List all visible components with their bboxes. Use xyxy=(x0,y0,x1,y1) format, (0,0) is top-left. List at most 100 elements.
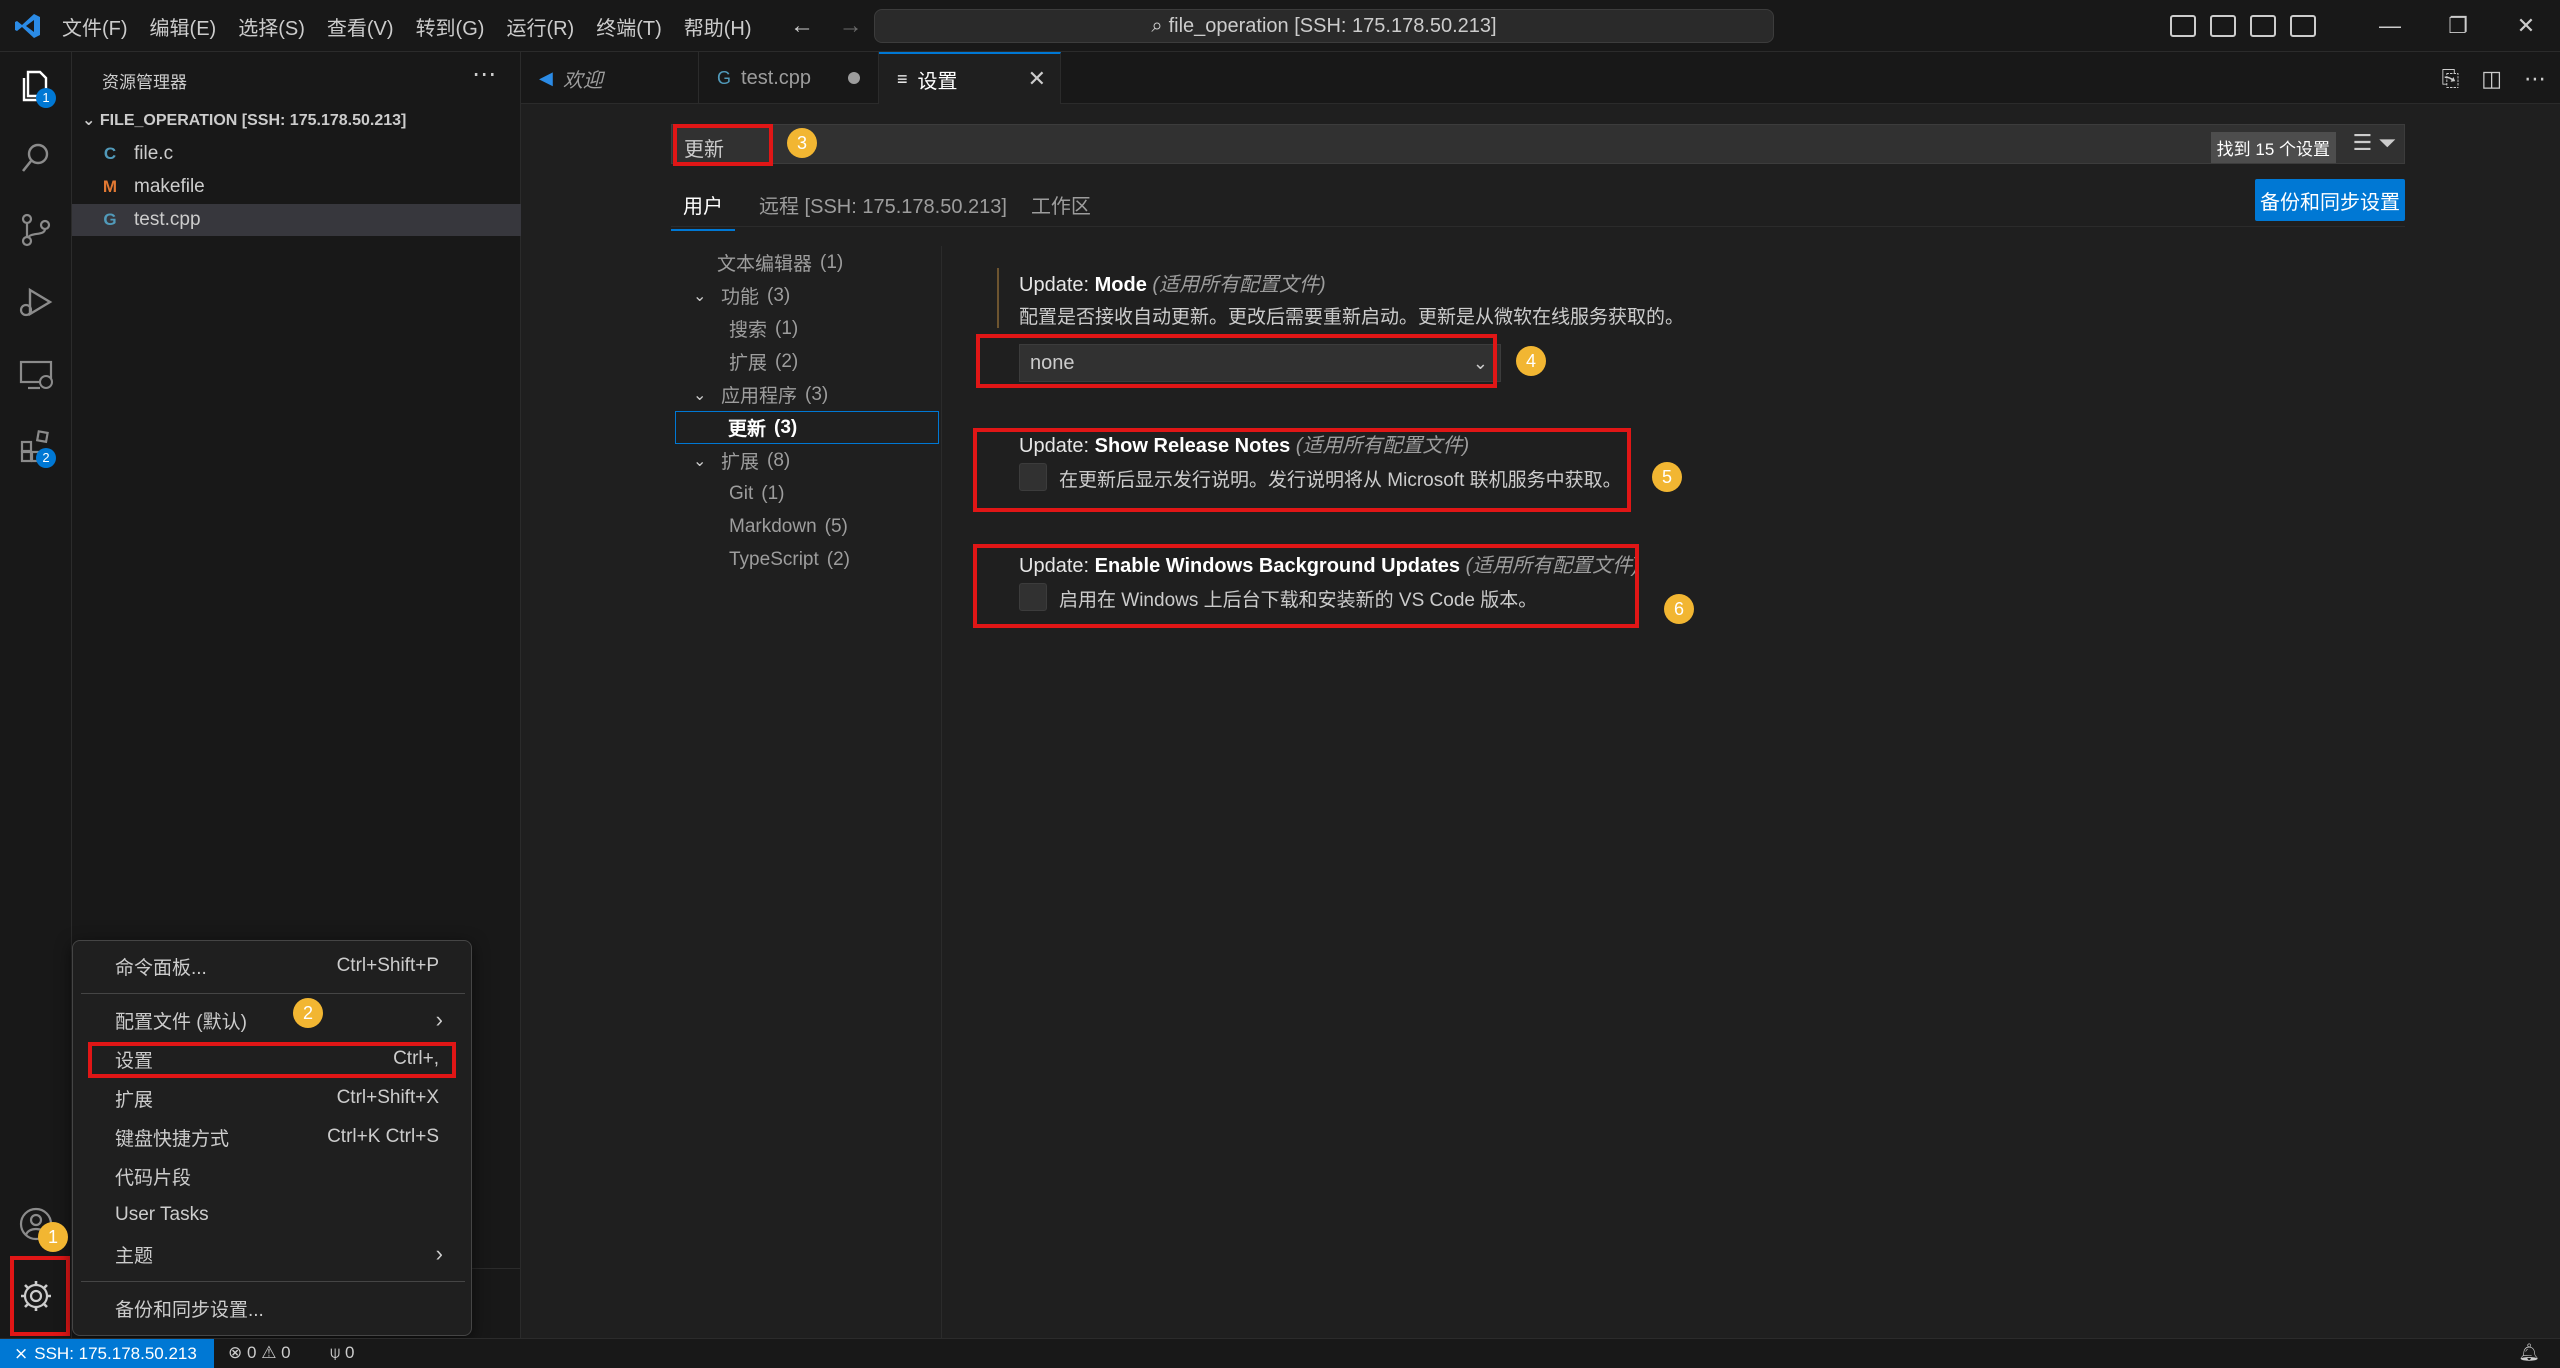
customize-layout-icon[interactable] xyxy=(2290,15,2316,37)
toggle-sidebar-icon[interactable] xyxy=(2170,15,2196,37)
chevron-down-icon: ⌄ xyxy=(693,287,707,305)
menu-bar: 文件(F) 编辑(E) 选择(S) 查看(V) 转到(G) 运行(R) 终端(T… xyxy=(62,0,774,52)
settings-search-input[interactable]: 更新 找到 15 个设置 ☰ ⏷ xyxy=(671,124,2405,164)
modified-indicator xyxy=(997,268,999,328)
toc-count: (5) xyxy=(824,515,848,537)
menu-label: 备份和同步设置... xyxy=(115,1299,264,1321)
menu-item-keyboard-shortcuts[interactable]: 键盘快捷方式 Ctrl+K Ctrl+S xyxy=(77,1118,467,1156)
filter-icon[interactable]: ⏷ xyxy=(2378,130,2396,155)
toc-label: 功能 xyxy=(721,287,760,308)
menu-help[interactable]: 帮助(H) xyxy=(684,12,752,41)
toc-item-search[interactable]: 搜索 (1) xyxy=(677,312,941,345)
notifications-bell-icon[interactable]: 🔔︎ xyxy=(2518,1343,2540,1363)
menu-item-backup-sync[interactable]: 备份和同步设置... xyxy=(77,1289,467,1327)
file-item-file-c[interactable]: C file.c xyxy=(72,138,521,170)
chevron-down-icon: ⌄ xyxy=(693,452,707,470)
open-settings-json-icon[interactable]: ⎘ xyxy=(2442,66,2460,92)
close-window-icon[interactable]: ✕ xyxy=(2492,13,2560,39)
more-actions-icon[interactable]: ⋯ xyxy=(472,60,496,89)
file-item-test-cpp[interactable]: G test.cpp xyxy=(72,204,521,236)
activity-bar: 1 2 xyxy=(0,52,72,1338)
tab-settings[interactable]: ≡ 设置 ✕ xyxy=(879,52,1061,104)
warning-count: 0 xyxy=(281,1343,291,1362)
search-icon: ⌕ xyxy=(1151,14,1163,37)
menu-view[interactable]: 查看(V) xyxy=(327,12,394,41)
error-count: 0 xyxy=(246,1343,257,1362)
toc-item-extensions[interactable]: 扩展 (2) xyxy=(677,345,941,378)
toggle-secondary-sidebar-icon[interactable] xyxy=(2250,15,2276,37)
makefile-icon: M xyxy=(102,177,118,196)
close-icon[interactable]: ✕ xyxy=(1028,66,1046,92)
toc-item-extensions-group[interactable]: ⌄ 扩展 (8) xyxy=(677,444,941,477)
toc-item-git[interactable]: Git (1) xyxy=(677,477,941,510)
toc-item-typescript[interactable]: TypeScript (2) xyxy=(677,543,941,576)
toc-item-update[interactable]: 更新 (3) xyxy=(675,411,939,444)
toc-item-application[interactable]: ⌄ 应用程序 (3) xyxy=(677,378,941,411)
backup-sync-button[interactable]: 备份和同步设置 xyxy=(2255,179,2405,221)
tab-welcome[interactable]: ◀ 欢迎 xyxy=(521,52,699,104)
toc-count: (1) xyxy=(820,251,844,273)
cpp-file-icon: G xyxy=(717,67,732,88)
marker-3: 3 xyxy=(787,128,817,158)
remote-indicator[interactable]: ⨯ SSH: 175.178.50.213 xyxy=(0,1339,214,1368)
toc-item-text-editor[interactable]: 文本编辑器 (1) xyxy=(677,246,941,279)
toc-label: Markdown xyxy=(729,515,817,537)
menu-selection[interactable]: 选择(S) xyxy=(238,12,305,41)
annotation-box-mode xyxy=(976,334,1497,388)
menu-item-profiles[interactable]: 配置文件 (默认) › xyxy=(77,1001,467,1039)
menu-run[interactable]: 运行(R) xyxy=(506,12,574,41)
folder-header[interactable]: ⌄ FILE_OPERATION [SSH: 175.178.50.213] xyxy=(82,110,406,130)
tab-test-cpp[interactable]: G test.cpp xyxy=(699,52,879,104)
menu-shortcut: Ctrl+Shift+P xyxy=(336,955,439,976)
command-center[interactable]: ⌕ file_operation [SSH: 175.178.50.213] xyxy=(874,9,1774,43)
toc-count: (1) xyxy=(761,482,785,504)
toc-count: (3) xyxy=(805,383,829,405)
annotation-box-background-updates xyxy=(973,544,1639,628)
menu-terminal[interactable]: 终端(T) xyxy=(596,12,662,41)
divider xyxy=(671,226,2405,227)
source-control-icon[interactable] xyxy=(18,212,54,248)
menu-item-extensions[interactable]: 扩展 Ctrl+Shift+X xyxy=(77,1079,467,1117)
menu-item-snippets[interactable]: 代码片段 xyxy=(77,1157,467,1195)
extensions-icon[interactable]: 2 xyxy=(18,428,56,468)
menu-label: 命令面板... xyxy=(115,957,207,979)
toc-item-markdown[interactable]: Markdown (5) xyxy=(677,510,941,543)
menu-separator xyxy=(81,993,465,994)
command-center-label: file_operation [SSH: 175.178.50.213] xyxy=(1168,14,1497,37)
back-arrow-icon[interactable]: ← xyxy=(790,12,814,39)
menu-item-themes[interactable]: 主题 › xyxy=(77,1235,467,1273)
tab-user[interactable]: 用户 xyxy=(671,190,735,231)
toc-label: 搜索 xyxy=(729,320,768,341)
tab-remote[interactable]: 远程 [SSH: 175.178.50.213] xyxy=(759,190,1007,231)
sidebar-title: 资源管理器 xyxy=(102,73,187,92)
search-view-icon[interactable] xyxy=(18,140,54,176)
menu-item-user-tasks[interactable]: User Tasks xyxy=(77,1196,467,1234)
file-name: test.cpp xyxy=(134,209,201,230)
problems-indicator[interactable]: ⊗ 0 ⚠ 0 xyxy=(228,1343,291,1363)
manage-menu: 命令面板... Ctrl+Shift+P 配置文件 (默认) › 设置 Ctrl… xyxy=(72,940,472,1336)
toc-label: 应用程序 xyxy=(721,386,798,407)
ports-indicator[interactable]: ⍦ 0 xyxy=(330,1343,354,1363)
menu-edit[interactable]: 编辑(E) xyxy=(150,12,217,41)
clear-filter-icon[interactable]: ☰ xyxy=(2353,130,2373,155)
nav-arrows: ← → xyxy=(790,12,881,40)
run-debug-icon[interactable] xyxy=(18,284,54,320)
toggle-panel-icon[interactable] xyxy=(2210,15,2236,37)
menu-file[interactable]: 文件(F) xyxy=(62,12,128,41)
explorer-icon[interactable]: 1 xyxy=(18,68,56,108)
file-item-makefile[interactable]: M makefile xyxy=(72,171,521,203)
tab-workspace[interactable]: 工作区 xyxy=(1031,190,1091,231)
remote-icon: ⨯ xyxy=(14,1344,29,1363)
remote-explorer-icon[interactable] xyxy=(18,356,54,392)
more-actions-icon[interactable]: ⋯ xyxy=(2524,66,2546,92)
forward-arrow-icon[interactable]: → xyxy=(839,12,863,39)
minimize-icon[interactable]: — xyxy=(2356,13,2424,39)
unsaved-dot-icon[interactable] xyxy=(848,72,860,84)
editor-actions: ⎘ ◫ ⋯ xyxy=(2420,66,2546,92)
menu-item-command-palette[interactable]: 命令面板... Ctrl+Shift+P xyxy=(77,947,467,985)
menu-go[interactable]: 转到(G) xyxy=(416,12,485,41)
split-editor-icon[interactable]: ◫ xyxy=(2481,66,2502,92)
toc-item-features[interactable]: ⌄ 功能 (3) xyxy=(677,279,941,312)
toc-count: (3) xyxy=(774,416,798,438)
restore-icon[interactable]: ❐ xyxy=(2424,13,2492,39)
